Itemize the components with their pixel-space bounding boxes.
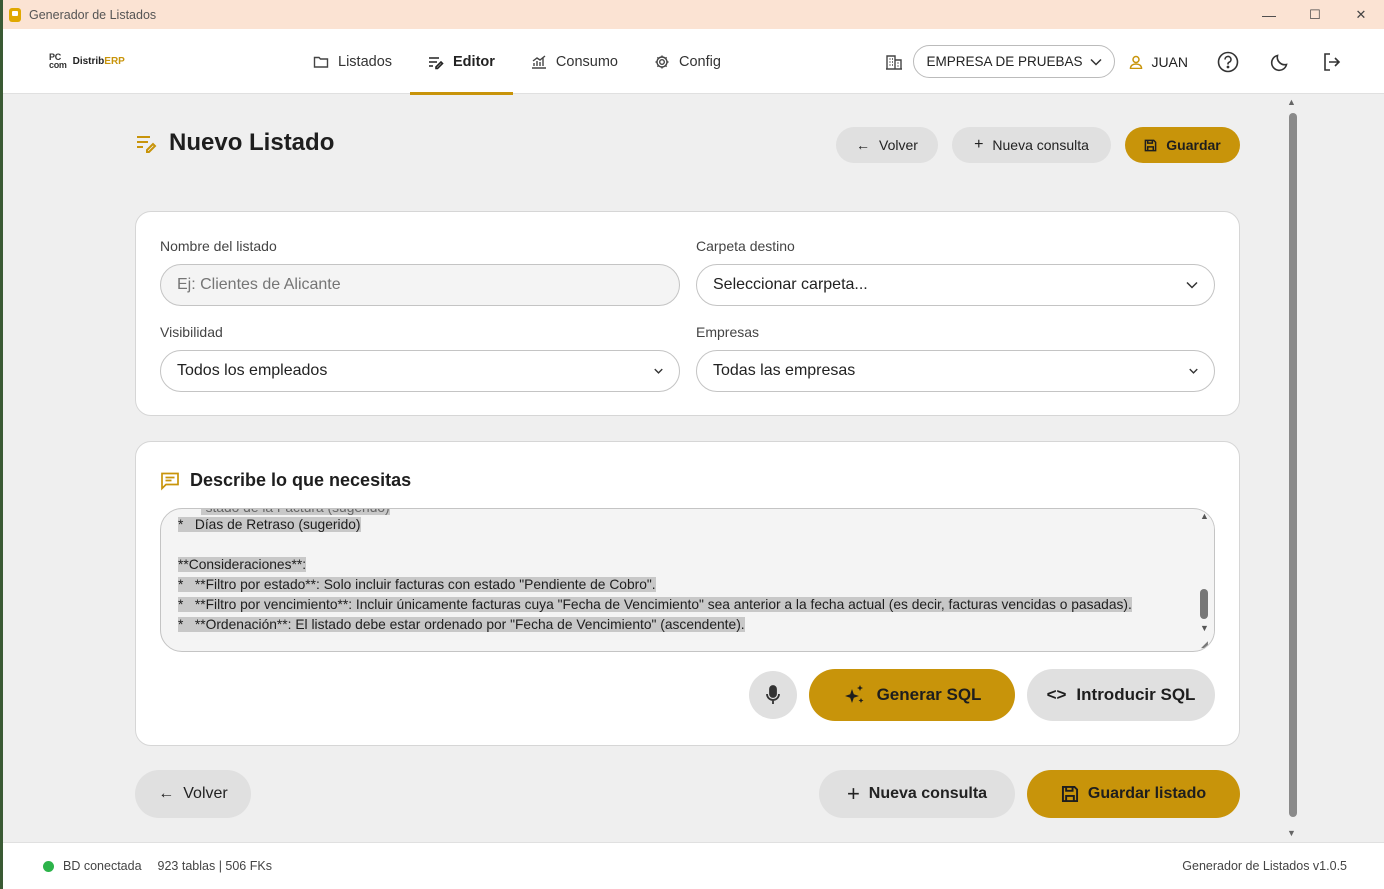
folder-icon xyxy=(313,56,329,68)
edit-note-icon xyxy=(137,136,157,153)
listing-settings-card: Nombre del listado Carpeta destino Selec… xyxy=(135,211,1240,416)
tab-listados[interactable]: Listados xyxy=(295,29,410,94)
logo-distriberp: DistribERP xyxy=(72,55,125,67)
scroll-down-icon[interactable]: ▼ xyxy=(1200,623,1209,633)
plus-icon: + xyxy=(846,781,860,806)
moon-icon xyxy=(1270,53,1288,71)
edit-list-icon xyxy=(429,56,444,69)
db-status: BD conectada xyxy=(63,859,142,873)
tab-editor[interactable]: Editor xyxy=(410,29,513,95)
building-icon xyxy=(886,54,903,70)
sparkles-icon xyxy=(844,685,864,703)
chevron-down-icon xyxy=(1189,368,1198,374)
save-button[interactable]: Guardar xyxy=(1125,127,1240,163)
textarea-scrollbar[interactable]: ▲ ▼ ◢ xyxy=(1198,509,1214,651)
main-content: Nuevo Listado ← Volver + Nueva consulta … xyxy=(3,95,1384,842)
name-label: Nombre del listado xyxy=(160,238,277,254)
textarea-scroll-thumb[interactable] xyxy=(1200,589,1208,619)
page-title: Nuevo Listado xyxy=(135,129,334,157)
plus-icon: + xyxy=(974,136,984,153)
tab-consumo[interactable]: Consumo xyxy=(513,29,636,94)
folder-select[interactable]: Seleccionar carpeta... xyxy=(696,264,1215,306)
generate-sql-button[interactable]: Generar SQL xyxy=(809,669,1015,721)
textarea-line: * **Filtro por estado**: Solo incluir fa… xyxy=(178,577,656,592)
arrow-left-icon: ← xyxy=(856,137,871,153)
connection-status-dot xyxy=(43,860,54,872)
scroll-up-icon[interactable]: ▲ xyxy=(1200,511,1209,521)
page-scrollbar[interactable]: ▲ ▼ xyxy=(1285,95,1299,842)
footer-back-button[interactable]: ← Volver xyxy=(135,770,251,818)
textarea-line: * **Filtro por vencimiento**: Incluir ún… xyxy=(178,597,1132,612)
save-icon xyxy=(1061,785,1078,803)
close-button[interactable]: ✕ xyxy=(1338,0,1384,29)
nav-right: EMPRESA DE PRUEBAS JUAN xyxy=(885,29,1344,94)
enter-sql-button[interactable]: <> Introducir SQL xyxy=(1027,669,1215,721)
back-button[interactable]: ← Volver xyxy=(836,127,938,163)
header-buttons: ← Volver + Nueva consulta Guardar xyxy=(836,127,1240,163)
user-icon xyxy=(1130,55,1143,69)
microphone-button[interactable] xyxy=(749,671,797,719)
chart-icon xyxy=(531,54,546,69)
chevron-down-icon xyxy=(654,368,663,374)
save-icon xyxy=(1144,139,1157,151)
listing-name-input[interactable] xyxy=(160,264,680,306)
logo-pccom: PC com xyxy=(49,52,67,70)
logo: PC com DistribERP xyxy=(49,52,125,70)
top-navbar: PC com DistribERP Listados Editor Consum… xyxy=(3,29,1384,95)
maximize-button[interactable]: ☐ xyxy=(1292,0,1338,29)
clipped-line: ·stado de la Factura (sugerido) xyxy=(201,509,390,515)
footer-new-query-button[interactable]: + Nueva consulta xyxy=(819,770,1015,818)
title-bar: Generador de Listados — ☐ ✕ xyxy=(3,0,1384,29)
scroll-down-icon[interactable]: ▼ xyxy=(1287,828,1296,838)
microphone-icon xyxy=(766,685,780,704)
describe-card: Describe lo que necesitas ·stado de la F… xyxy=(135,441,1240,746)
textarea-line: * Días de Retraso (sugerido) xyxy=(178,517,361,532)
folder-label: Carpeta destino xyxy=(696,238,795,254)
visibility-select[interactable]: Todos los empleados xyxy=(160,350,680,392)
companies-label: Empresas xyxy=(696,324,760,340)
resize-handle-icon[interactable]: ◢ xyxy=(1201,639,1208,650)
company-select[interactable]: EMPRESA DE PRUEBAS xyxy=(913,45,1116,78)
new-query-button[interactable]: + Nueva consulta xyxy=(952,127,1111,163)
app-window: Generador de Listados — ☐ ✕ PC com Distr… xyxy=(3,0,1384,889)
status-bar: BD conectada 923 tablas | 506 FKs Genera… xyxy=(3,842,1384,889)
logout-icon xyxy=(1324,52,1341,71)
comment-icon xyxy=(161,472,179,491)
footer-actions: ← Volver + Nueva consulta Guardar listad… xyxy=(135,770,1240,818)
chevron-down-icon xyxy=(1186,281,1198,289)
minimize-button[interactable]: — xyxy=(1246,0,1292,29)
help-button[interactable] xyxy=(1216,50,1240,74)
describe-title: Describe lo que necesitas xyxy=(160,470,411,491)
nav-tabs: Listados Editor Consumo Config xyxy=(295,29,739,95)
theme-toggle-button[interactable] xyxy=(1268,50,1292,74)
save-listing-button[interactable]: Guardar listado xyxy=(1027,770,1240,818)
gear-icon xyxy=(655,55,669,68)
logout-button[interactable] xyxy=(1320,50,1344,74)
window-title: Generador de Listados xyxy=(29,7,157,22)
db-stats: 923 tablas | 506 FKs xyxy=(157,859,272,873)
code-icon: <> xyxy=(1046,685,1067,704)
description-textarea[interactable]: ·stado de la Factura (sugerido) * Días d… xyxy=(160,508,1215,652)
companies-select[interactable]: Todas las empresas xyxy=(696,350,1215,392)
chevron-down-icon xyxy=(1090,58,1102,66)
page-header: Nuevo Listado ← Volver + Nueva consulta … xyxy=(135,125,1240,165)
tab-config[interactable]: Config xyxy=(636,29,739,94)
app-version: Generador de Listados v1.0.5 xyxy=(1182,859,1347,873)
describe-actions: Generar SQL <> Introducir SQL xyxy=(749,669,1215,721)
visibility-label: Visibilidad xyxy=(160,324,223,340)
scroll-up-icon[interactable]: ▲ xyxy=(1287,97,1296,107)
textarea-line: * **Ordenación**: El listado debe estar … xyxy=(178,617,745,632)
window-controls: — ☐ ✕ xyxy=(1246,0,1384,29)
arrow-left-icon: ← xyxy=(158,785,175,802)
page-scroll-thumb[interactable] xyxy=(1289,113,1297,817)
help-icon xyxy=(1217,51,1239,72)
textarea-line: **Consideraciones**: xyxy=(178,557,307,572)
app-icon xyxy=(9,7,21,22)
user-menu[interactable]: JUAN xyxy=(1129,54,1188,70)
